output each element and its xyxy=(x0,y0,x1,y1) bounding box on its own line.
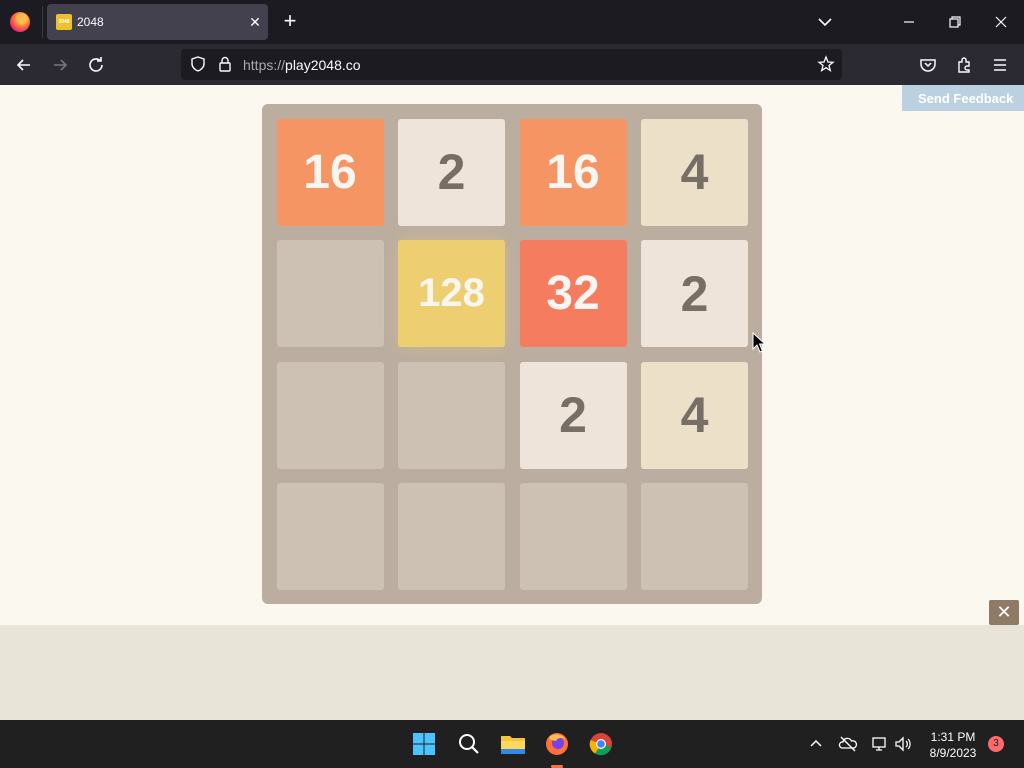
close-ad-button[interactable]: ✕ xyxy=(989,600,1019,625)
game-board[interactable]: 16 2 16 4 128 32 2 2 4 xyxy=(262,104,762,604)
send-feedback-button[interactable]: Send Feedback xyxy=(902,85,1024,111)
grid-cell xyxy=(641,483,748,590)
page-content: Send Feedback 16 2 16 4 128 32 2 2 4 ✕ xyxy=(0,85,1024,625)
search-icon[interactable] xyxy=(455,730,483,758)
tab-strip: 2048 2048 ✕ + xyxy=(0,0,1024,44)
favicon-icon: 2048 xyxy=(56,14,72,30)
star-icon[interactable] xyxy=(817,55,835,73)
new-tab-button[interactable]: + xyxy=(279,10,301,34)
mouse-cursor-icon xyxy=(752,332,766,353)
firefox-icon[interactable] xyxy=(543,730,571,758)
url-host: play2048.co xyxy=(285,57,361,73)
app-menu-button[interactable] xyxy=(987,52,1013,78)
puzzle-icon xyxy=(958,57,970,73)
hamburger-menu-icon xyxy=(994,59,1006,71)
tab-title: 2048 xyxy=(77,15,104,29)
url-protocol: https:// xyxy=(243,57,286,73)
navigation-toolbar: https://play2048.co xyxy=(0,44,1024,85)
minimize-icon xyxy=(904,21,914,23)
grid-cell xyxy=(398,361,505,469)
tile-16: 16 xyxy=(519,118,627,226)
tile-4: 4 xyxy=(641,361,748,469)
tile-2: 2 xyxy=(519,361,627,469)
chrome-icon[interactable] xyxy=(587,730,615,758)
clock-time: 1:31 PM xyxy=(930,730,976,744)
grid-cell xyxy=(276,240,384,347)
grid-cell xyxy=(398,483,505,590)
pocket-button[interactable] xyxy=(915,52,941,78)
url-text[interactable]: https://play2048.co xyxy=(243,57,361,73)
clock-date: 8/9/2023 xyxy=(929,746,977,760)
onedrive-offline-icon[interactable] xyxy=(838,734,858,754)
tab-divider xyxy=(42,6,43,38)
windows-start-icon[interactable] xyxy=(410,730,438,758)
address-bar[interactable]: https://play2048.co xyxy=(181,49,842,80)
close-window-button[interactable] xyxy=(989,10,1013,34)
extensions-button[interactable] xyxy=(951,52,977,78)
grid-cell xyxy=(519,483,627,590)
grid-cell xyxy=(276,483,384,590)
send-feedback-label: Send Feedback xyxy=(918,91,1014,106)
tab-close-icon[interactable]: ✕ xyxy=(245,12,265,32)
tile-4: 4 xyxy=(641,118,748,226)
minimize-button[interactable] xyxy=(897,10,921,34)
lock-icon[interactable] xyxy=(216,55,234,73)
notification-badge[interactable]: 3 xyxy=(988,736,1004,752)
file-explorer-icon[interactable] xyxy=(499,730,527,758)
tab-2048[interactable]: 2048 2048 ✕ xyxy=(47,4,268,40)
tile-16: 16 xyxy=(276,118,384,226)
close-icon xyxy=(995,16,1007,28)
network-icon[interactable] xyxy=(870,734,890,754)
reload-button[interactable] xyxy=(83,52,109,78)
reload-icon xyxy=(89,57,103,72)
firefox-menu-icon[interactable] xyxy=(10,12,30,32)
volume-icon[interactable] xyxy=(893,734,913,754)
chevron-down-icon[interactable] xyxy=(815,12,835,32)
pocket-icon xyxy=(920,59,936,72)
tile-32: 32 xyxy=(519,240,627,347)
restore-icon xyxy=(949,16,961,28)
windows-taskbar: 1:31 PM 8/9/2023 3 xyxy=(0,720,1024,768)
grid-cell xyxy=(276,361,384,469)
ad-banner-area xyxy=(0,625,1024,720)
tile-2: 2 xyxy=(641,240,748,347)
system-clock[interactable]: 1:31 PM 8/9/2023 xyxy=(922,729,984,761)
shield-icon[interactable] xyxy=(189,55,207,73)
chevron-up-icon[interactable] xyxy=(806,734,826,754)
tile-2: 2 xyxy=(398,118,505,226)
tile-128: 128 xyxy=(398,240,505,347)
arrow-right-icon xyxy=(54,59,68,71)
back-button[interactable] xyxy=(11,52,37,78)
arrow-left-icon xyxy=(16,59,30,71)
restore-button[interactable] xyxy=(943,10,967,34)
forward-button[interactable] xyxy=(47,52,73,78)
